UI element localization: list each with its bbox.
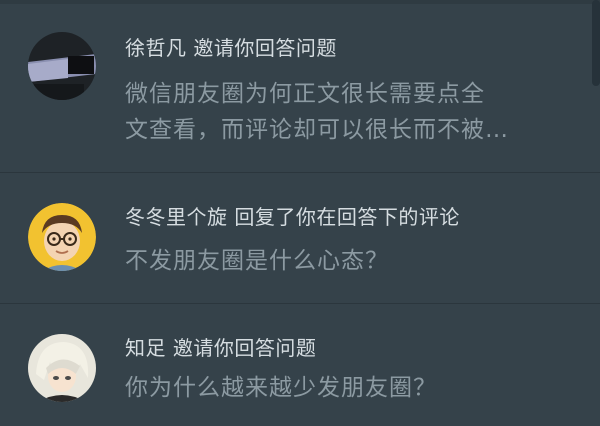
actor-name[interactable]: 徐哲凡 [125, 36, 187, 60]
notification-header: 冬冬里个旋 回复了你在回答下的评论 [125, 201, 460, 230]
body-line: 文查看，而评论却可以很长而不被… [125, 117, 509, 143]
notification-body[interactable]: 你为什么越来越少发朋友圈？ [125, 370, 437, 406]
notification-item[interactable]: 知足 邀请你回答问题 你为什么越来越少发朋友圈？ [0, 304, 600, 426]
body-line: 微信朋友圈为何正文很长需要点全 [125, 81, 485, 107]
notification-item[interactable]: 徐哲凡 邀请你回答问题 微信朋友圈为何正文很长需要点全 文查看，而评论却可以很长… [0, 0, 600, 172]
action-text: 邀请你回答问题 [172, 336, 317, 360]
notification-header: 徐哲凡 邀请你回答问题 [125, 32, 337, 61]
actor-name[interactable]: 知足 [125, 336, 166, 360]
anime-character-avatar[interactable] [28, 334, 96, 402]
actor-name[interactable]: 冬冬里个旋 [125, 205, 228, 229]
abstract-dark-shapes-avatar[interactable] [28, 32, 96, 100]
notification-header: 知足 邀请你回答问题 [125, 332, 316, 361]
action-text: 回复了你在回答下的评论 [234, 205, 460, 229]
notification-list: 徐哲凡 邀请你回答问题 微信朋友圈为何正文很长需要点全 文查看，而评论却可以很长… [0, 0, 600, 426]
body-line: 不发朋友圈是什么心态？ [125, 248, 389, 274]
action-text: 邀请你回答问题 [193, 36, 337, 60]
notification-body[interactable]: 微信朋友圈为何正文很长需要点全 文查看，而评论却可以很长而不被… [125, 76, 509, 148]
body-line: 你为什么越来越少发朋友圈？ [125, 375, 437, 401]
notification-body[interactable]: 不发朋友圈是什么心态？ [125, 243, 389, 279]
notification-item[interactable]: 冬冬里个旋 回复了你在回答下的评论 不发朋友圈是什么心态？ [0, 173, 600, 303]
cartoon-boy-glasses-avatar[interactable] [28, 203, 96, 271]
